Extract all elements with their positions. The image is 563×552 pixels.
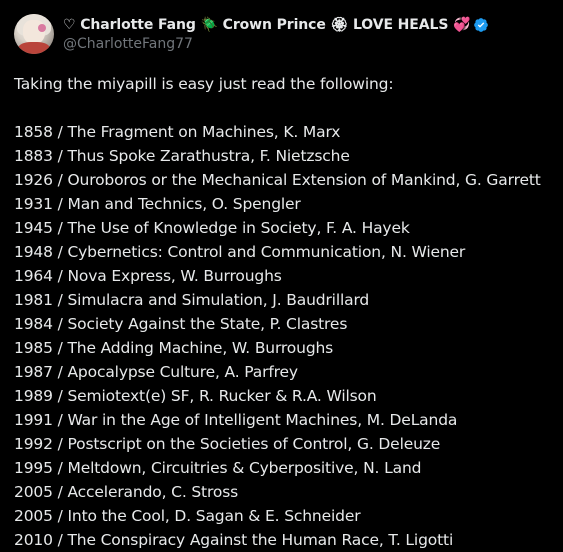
list-item: 1989 / Semiotext(e) SF, R. Rucker & R.A.…	[14, 387, 377, 405]
avatar-body	[18, 42, 50, 54]
list-item: 1987 / Apocalypse Culture, A. Parfrey	[14, 363, 298, 381]
display-name[interactable]: ♡ Charlotte Fang 🪲 Crown Prince 🏵 LOVE H…	[63, 17, 471, 33]
verified-badge-icon[interactable]	[473, 17, 489, 33]
verified-badge-svg	[474, 18, 489, 32]
list-item: 2010 / The Conspiracy Against the Human …	[14, 531, 454, 549]
name-line[interactable]: ♡ Charlotte Fang 🪲 Crown Prince 🏵 LOVE H…	[63, 15, 489, 35]
list-item: 1945 / The Use of Knowledge in Society, …	[14, 219, 410, 237]
list-item: 1984 / Society Against the State, P. Cla…	[14, 315, 348, 333]
list-item: 1995 / Meltdown, Circuitries & Cyberposi…	[14, 459, 422, 477]
list-item: 1992 / Postscript on the Societies of Co…	[14, 435, 441, 453]
reading-list: 1858 / The Fragment on Machines, K. Marx…	[14, 120, 563, 552]
tweet-header: ♡ Charlotte Fang 🪲 Crown Prince 🏵 LOVE H…	[14, 14, 563, 56]
user-handle[interactable]: @CharlotteFang77	[63, 35, 489, 53]
list-item: 1991 / War in the Age of Intelligent Mac…	[14, 411, 458, 429]
tweet-body: Taking the miyapill is easy just read th…	[14, 72, 563, 552]
list-item: 1981 / Simulacra and Simulation, J. Baud…	[14, 291, 370, 309]
tweet: ♡ Charlotte Fang 🪲 Crown Prince 🏵 LOVE H…	[0, 0, 563, 552]
list-item: 1985 / The Adding Machine, W. Burroughs	[14, 339, 334, 357]
list-item: 1931 / Man and Technics, O. Spengler	[14, 195, 301, 213]
list-item: 1926 / Ouroboros or the Mechanical Exten…	[14, 171, 541, 189]
list-item: 1858 / The Fragment on Machines, K. Marx	[14, 123, 341, 141]
list-item: 2005 / Into the Cool, D. Sagan & E. Schn…	[14, 507, 361, 525]
list-item: 1883 / Thus Spoke Zarathustra, F. Nietzs…	[14, 147, 350, 165]
list-item: 1964 / Nova Express, W. Burroughs	[14, 267, 282, 285]
avatar-accent	[38, 24, 46, 32]
list-item: 2005 / Accelerando, C. Stross	[14, 483, 239, 501]
user-info: ♡ Charlotte Fang 🪲 Crown Prince 🏵 LOVE H…	[63, 15, 489, 53]
list-item: 1948 / Cybernetics: Control and Communic…	[14, 243, 466, 261]
avatar[interactable]	[14, 14, 54, 54]
tweet-intro: Taking the miyapill is easy just read th…	[14, 75, 394, 93]
